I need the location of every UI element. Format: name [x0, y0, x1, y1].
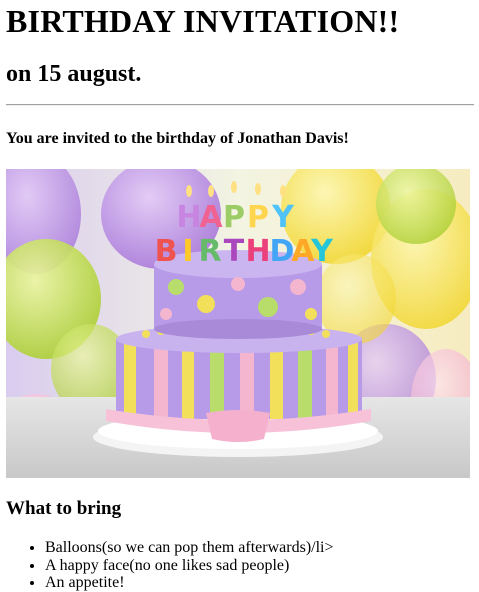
list-item: A happy face(no one likes sad people) — [45, 557, 334, 575]
svg-text:A: A — [199, 200, 223, 235]
svg-text:Y: Y — [310, 234, 334, 269]
svg-text:T: T — [224, 234, 245, 269]
bring-list: Balloons(so we can pop them afterwards)/… — [6, 539, 334, 592]
invitation-page: BIRTHDAY INVITATION!! on 15 august. You … — [0, 0, 479, 591]
invitation-text: You are invited to the birthday of Jonat… — [6, 130, 349, 147]
list-item: Balloons(so we can pop them afterwards)/… — [45, 539, 334, 557]
svg-text:Y: Y — [271, 200, 295, 235]
svg-text:H: H — [176, 200, 201, 235]
svg-text:H: H — [245, 234, 270, 269]
birthday-cake-image: H A P P Y B I R T H D A Y — [6, 169, 470, 478]
svg-text:P: P — [247, 200, 269, 235]
what-to-bring-heading: What to bring — [6, 498, 122, 519]
svg-text:P: P — [223, 200, 245, 235]
page-title: BIRTHDAY INVITATION!! — [6, 3, 400, 39]
divider — [6, 104, 474, 106]
svg-text:I: I — [182, 234, 193, 269]
list-item: An appetite! — [45, 574, 334, 592]
svg-text:B: B — [155, 234, 178, 269]
party-date: on 15 august. — [6, 61, 142, 87]
svg-text:R: R — [198, 234, 221, 269]
